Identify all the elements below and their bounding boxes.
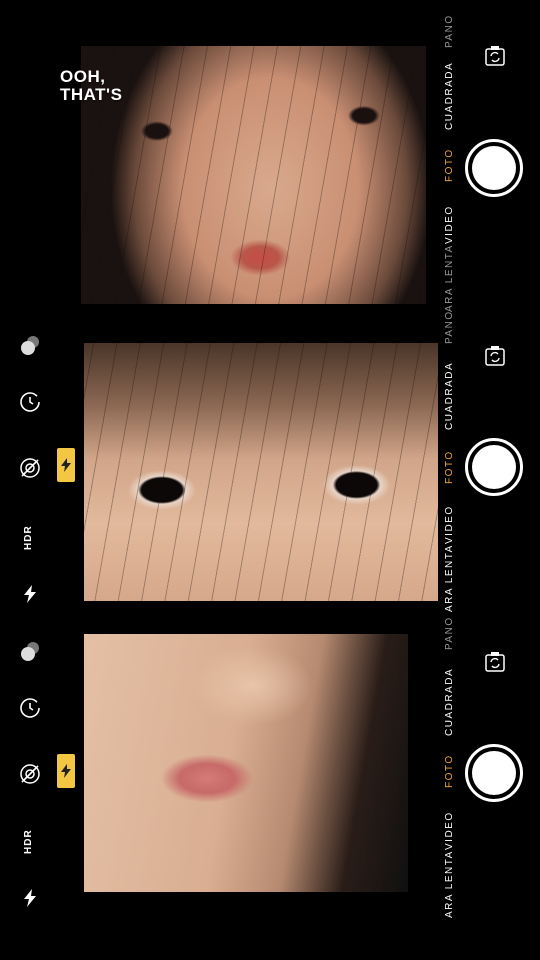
mode-video[interactable]: VIDEO (444, 811, 455, 850)
flash-icon[interactable] (18, 582, 42, 606)
mode-pano[interactable]: PANO (444, 14, 455, 48)
mode-video[interactable]: VIDEO (444, 505, 455, 544)
camera-panel-3: HDR PANO CUADRADA FOTO VIDEO ARA LENTA (0, 616, 540, 960)
shutter-button[interactable] (465, 438, 523, 496)
live-photo-icon[interactable] (18, 334, 42, 358)
flash-icon[interactable] (18, 886, 42, 910)
flash-icon (61, 764, 71, 778)
timer-icon[interactable] (18, 696, 42, 720)
filters-off-icon[interactable] (18, 456, 42, 480)
mode-square[interactable]: CUADRADA (444, 668, 455, 736)
switch-camera-icon[interactable] (484, 650, 506, 674)
caption-overlay: OOH, THAT'S (60, 68, 122, 104)
viewfinder-photo-3 (84, 634, 408, 892)
switch-camera-icon[interactable] (484, 44, 506, 68)
mode-slowmo[interactable]: ARA LENTA (444, 244, 455, 312)
timer-icon[interactable] (18, 390, 42, 414)
switch-camera-icon[interactable] (484, 344, 506, 368)
hair-overlay (81, 46, 426, 304)
flash-on-badge[interactable] (57, 754, 75, 788)
shutter-button[interactable] (465, 139, 523, 197)
mode-photo[interactable]: FOTO (444, 754, 455, 788)
filters-off-icon[interactable] (18, 762, 42, 786)
mode-slowmo[interactable]: ARA LENTA (444, 850, 455, 918)
mode-video[interactable]: VIDEO (444, 205, 455, 244)
mode-square[interactable]: CUADRADA (444, 362, 455, 430)
mode-photo[interactable]: FOTO (444, 450, 455, 484)
flash-on-badge[interactable] (57, 448, 75, 482)
viewfinder-photo-1 (81, 46, 426, 304)
camera-panel-2: HDR PANO CUADRADA FOTO VIDEO ARA LENTA (0, 310, 540, 620)
mode-pano[interactable]: PANO (444, 310, 455, 344)
viewfinder-photo-2 (84, 343, 438, 601)
mode-slowmo[interactable]: ARA LENTA (444, 544, 455, 612)
caption-line-2: THAT'S (60, 85, 123, 104)
shutter-button[interactable] (465, 744, 523, 802)
hdr-toggle[interactable]: HDR (23, 829, 34, 854)
mode-photo[interactable]: FOTO (444, 148, 455, 182)
caption-line-1: OOH, (60, 67, 106, 86)
hdr-toggle[interactable]: HDR (23, 525, 34, 550)
camera-panel-1: OOH, THAT'S PANO CUADRADA FOTO VIDEO ARA… (0, 0, 540, 320)
mode-square[interactable]: CUADRADA (444, 62, 455, 130)
live-photo-icon[interactable] (18, 640, 42, 664)
hair-overlay (84, 343, 438, 601)
mode-pano[interactable]: PANO (444, 616, 455, 650)
flash-icon (61, 458, 71, 472)
